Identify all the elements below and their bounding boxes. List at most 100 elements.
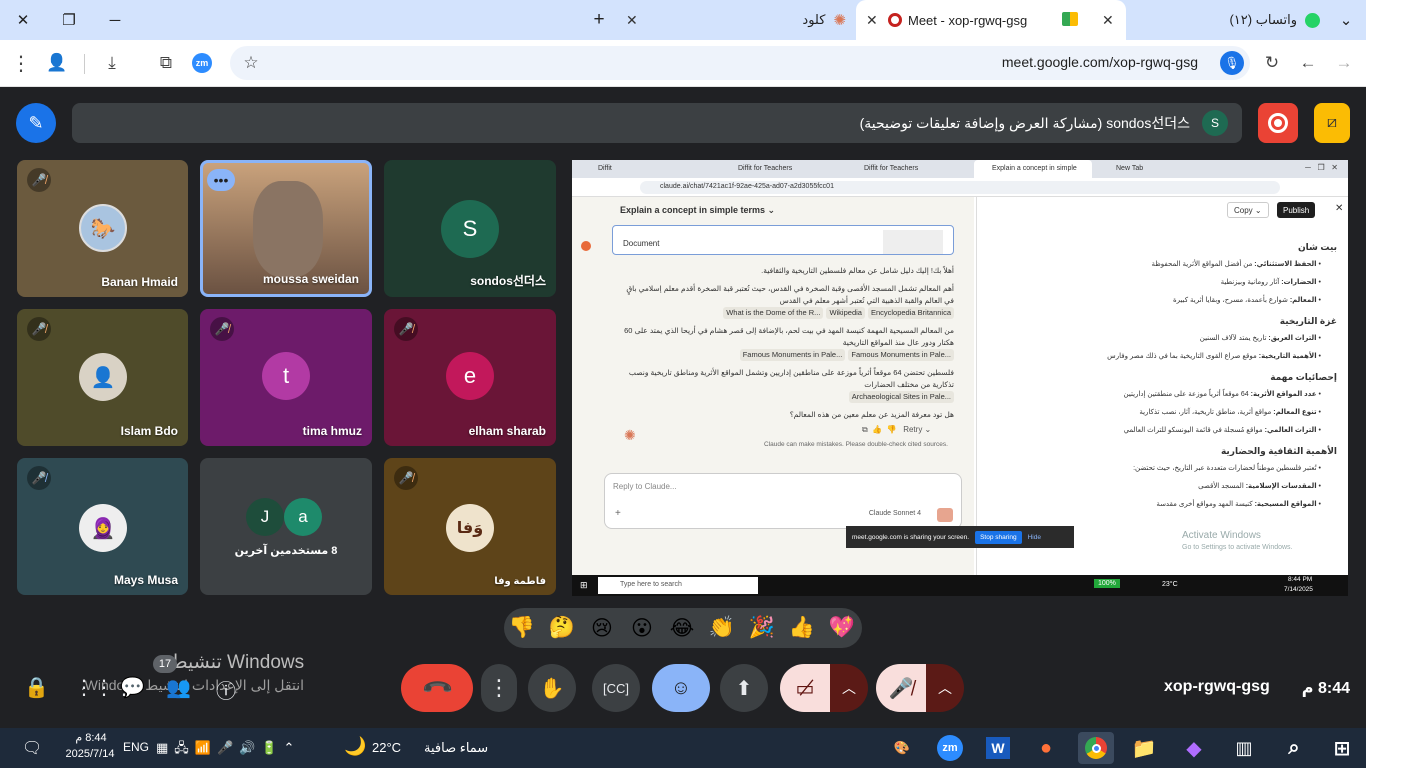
tab-meet[interactable]: ✕ Meet - xop-rgwq-gsg ✕: [856, 0, 1126, 40]
captions-button[interactable]: [CC]: [592, 664, 640, 712]
presentation-off-icon[interactable]: ⧄: [1314, 103, 1350, 143]
reaction-surprised[interactable]: 😮: [625, 612, 659, 644]
whatsapp-icon: [1305, 12, 1320, 28]
artifact-item-text: كنيسة المهد ومواقع أخرى مقدسة: [1156, 501, 1253, 508]
reaction-thinking[interactable]: 🤔: [545, 612, 579, 644]
reaction-party[interactable]: 🎉: [745, 612, 779, 644]
extensions-icon[interactable]: ⧉: [149, 46, 183, 80]
reaction-laughing[interactable]: 😂: [665, 612, 699, 644]
reaction-thumbs-down[interactable]: 👎: [505, 612, 539, 644]
reload-icon[interactable]: ↻: [1255, 46, 1289, 80]
minimize-window-icon[interactable]: ─: [92, 0, 138, 40]
system-tray-icons[interactable]: ▦🖧📶🎤🔊🔋⌃: [156, 739, 300, 761]
artifact-list-item: • الحفظ الاستثنائي: من أفضل المواقع الأث…: [1151, 261, 1321, 268]
restore-window-icon[interactable]: ❐: [46, 0, 92, 40]
participant-tile[interactable]: 🎤̸ 👤 Islam Bdo: [17, 309, 188, 446]
firefox-app-icon[interactable]: ●: [1028, 732, 1064, 764]
present-screen-icon: ⬆: [735, 677, 753, 700]
present-now-button[interactable]: ⬆: [720, 664, 768, 712]
battery-badge: 100%: [1094, 579, 1120, 588]
copilot-icon[interactable]: ◆: [1176, 732, 1212, 764]
reaction-thumbs-up[interactable]: 👍: [785, 612, 819, 644]
language-indicator[interactable]: ENG: [123, 740, 149, 754]
more-options-icon[interactable]: •••: [207, 169, 235, 191]
participant-tile[interactable]: 🎤̸ 🧕 Mays Musa: [17, 458, 188, 595]
zoom-extension-icon[interactable]: zm: [185, 46, 219, 80]
record-icon: [1268, 113, 1288, 133]
copy-button: Copy ⌄: [1227, 202, 1269, 218]
reaction-clapping[interactable]: 👏: [705, 612, 739, 644]
url-text: meet.google.com/xop-rgwq-gsg: [1001, 54, 1198, 70]
back-arrow-icon[interactable]: ←: [1291, 46, 1325, 80]
camera-off-button[interactable]: ▭̸: [780, 664, 830, 712]
raise-hand-button[interactable]: ✋: [528, 664, 576, 712]
paint-app-icon[interactable]: 🎨: [884, 732, 920, 764]
close-tab-icon[interactable]: ✕: [866, 12, 878, 29]
close-tab-icon[interactable]: ✕: [1102, 12, 1114, 29]
participant-tile[interactable]: 🎤̸ t tima hmuz: [200, 309, 372, 446]
activate-windows-title: Activate Windows: [1182, 530, 1261, 541]
participant-tile[interactable]: 🎤̸ 🐎 Banan Hmaid: [17, 160, 188, 297]
artifact-list-item: • عدد المواقع الأثرية: 64 موقعاً أثرياً …: [1123, 391, 1321, 398]
artifact-item-text: المسجد الأقصى: [1198, 483, 1244, 490]
tab-claude[interactable]: ✕ كلود ✺: [616, 0, 856, 40]
tab-title: Meet - xop-rgwq-gsg: [908, 12, 1028, 28]
participant-tile[interactable]: 🎤̸ e elham sharab: [384, 309, 556, 446]
muted-mic-icon: 🎤̸: [27, 168, 51, 192]
shared-tab-strip: Diffit Diffit for Teachers Diffit for Te…: [572, 160, 1348, 178]
mic-off-button[interactable]: 🎤̸: [876, 664, 926, 712]
participant-tile-active-speaker[interactable]: ••• moussa sweidan: [200, 160, 372, 297]
participant-tile[interactable]: S sondos선더스: [384, 160, 556, 297]
retry-button: Retry: [903, 425, 923, 434]
profile-icon[interactable]: 👤: [40, 46, 74, 80]
tab-whatsapp[interactable]: واتساب (١٢): [1130, 0, 1330, 40]
notification-icon[interactable]: 🗨: [22, 738, 42, 758]
response-question: هل تود معرفة المزيد عن معلم معين من هذه …: [789, 410, 954, 419]
weather-text[interactable]: سماء صافية: [424, 740, 488, 756]
reaction-crying[interactable]: 😢: [585, 612, 619, 644]
camera-video: [253, 181, 323, 277]
forward-arrow-icon[interactable]: →: [1327, 46, 1361, 80]
participant-name: Islam Bdo: [120, 424, 178, 438]
citation-chip: Archaeological Sites in Pale...: [848, 391, 954, 403]
host-controls-lock-icon[interactable]: 🔒: [24, 675, 49, 700]
zoom-app-icon[interactable]: zm: [932, 732, 968, 764]
task-view-icon[interactable]: ▥: [1226, 732, 1262, 764]
close-window-icon[interactable]: ✕: [0, 0, 46, 40]
menu-dots-icon[interactable]: ⋮: [4, 46, 38, 80]
windows-start-icon[interactable]: ⊞: [1324, 732, 1360, 764]
more-options-button[interactable]: ⋮: [481, 664, 517, 712]
reactions-button[interactable]: ☺: [652, 664, 710, 712]
stop-presenting-button[interactable]: [1258, 103, 1298, 143]
address-bar[interactable]: ☆ meet.google.com/xop-rgwq-gsg 🎙: [230, 46, 1250, 80]
end-call-button[interactable]: 📞: [401, 664, 473, 712]
artifact-heading: غزة التاريخية: [1279, 316, 1337, 326]
taskbar-date[interactable]: 2025/7/14: [60, 748, 120, 760]
search-icon[interactable]: ⌕: [1276, 732, 1312, 764]
download-icon[interactable]: ⤓: [95, 46, 129, 80]
participant-tile[interactable]: 🎤̸ وَفا فاطمة وفا: [384, 458, 556, 595]
people-icon[interactable]: 👥: [166, 675, 191, 700]
new-chat-icon: [581, 241, 591, 251]
microphone-active-icon[interactable]: 🎙: [1220, 51, 1244, 75]
others-tile[interactable]: J a 8 مستخدمين آخرين: [200, 458, 372, 595]
publish-button: Publish: [1277, 202, 1316, 218]
shared-temp: 23°C: [1162, 581, 1178, 588]
info-icon[interactable]: ⓘ: [216, 675, 236, 704]
shared-windows-icon: ⊞: [580, 580, 588, 590]
attach-icon: +: [615, 508, 621, 519]
chat-icon[interactable]: 💬: [120, 675, 145, 700]
windows-taskbar: 🗨 8:44 م 2025/7/14 ENG ▦🖧📶🎤🔊🔋⌃ 🌙 22°C سم…: [0, 728, 1366, 768]
reaction-heart[interactable]: 💖: [825, 612, 859, 644]
muted-mic-icon: 🎤̸: [210, 317, 234, 341]
bookmark-star-icon[interactable]: ☆: [234, 46, 268, 80]
tab-search-chevron-icon[interactable]: ⌄: [1326, 0, 1366, 40]
weather-temp[interactable]: 22°C: [372, 740, 401, 755]
annotate-pen-icon[interactable]: ✎: [16, 103, 56, 143]
word-app-icon[interactable]: W: [980, 732, 1016, 764]
artifact-heading: الأهمية الثقافية والحضارية: [1220, 446, 1337, 456]
taskbar-time[interactable]: 8:44 م: [72, 731, 110, 744]
file-explorer-icon[interactable]: 📁: [1126, 732, 1162, 764]
close-tab-icon[interactable]: ✕: [626, 12, 638, 29]
chrome-app-icon[interactable]: [1078, 732, 1114, 764]
